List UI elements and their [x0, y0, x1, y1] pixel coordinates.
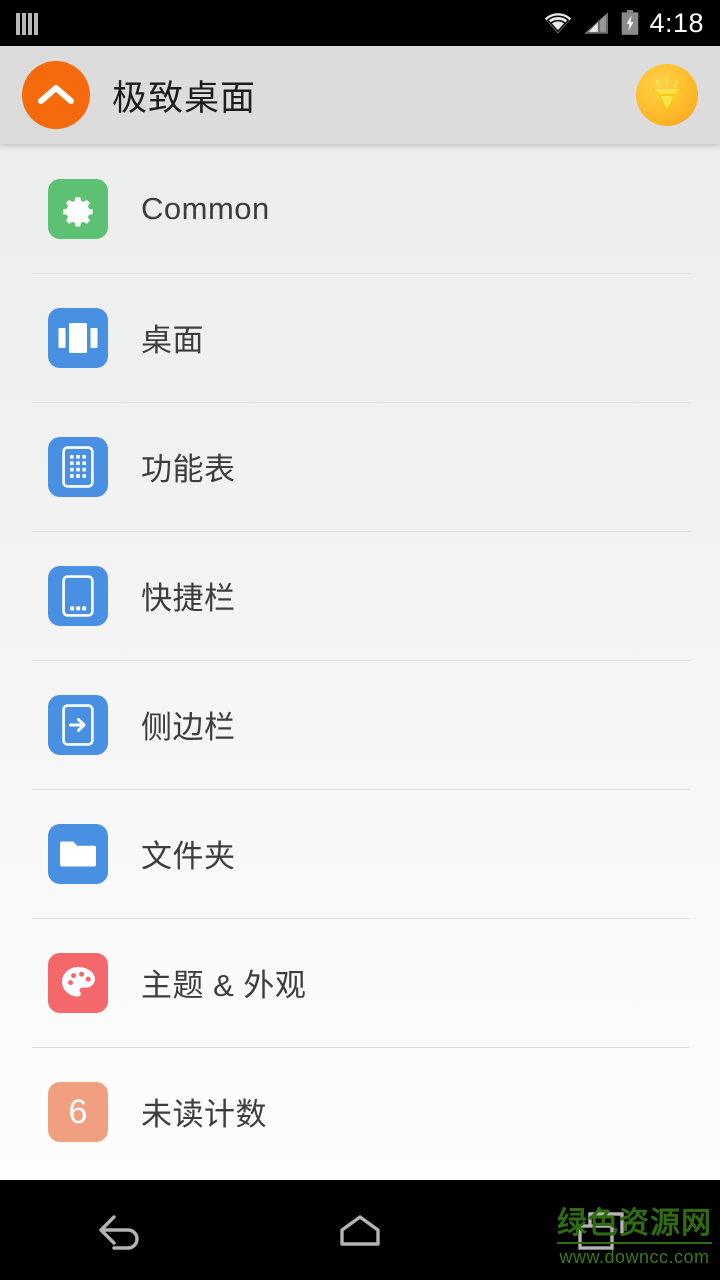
status-bar-left: [16, 11, 38, 35]
list-item-common[interactable]: Common: [0, 144, 720, 273]
list-item-label: 快捷栏: [141, 581, 236, 616]
folder-icon: [48, 823, 108, 884]
back-icon: [99, 1215, 139, 1250]
list-item-label: 桌面: [141, 323, 204, 358]
list-item-unread-count[interactable]: 6 未读计数: [0, 1047, 720, 1176]
nav-home-button[interactable]: [240, 1180, 480, 1280]
list-item-label: 侧边栏: [141, 710, 236, 745]
app-header: 极致桌面: [0, 46, 720, 144]
phone-screen: 4:18 极致桌面 Common 桌面 功能表 快捷栏 侧边栏 文件夹 主题 &…: [0, 0, 720, 1280]
diamond-gem-icon: [652, 77, 682, 113]
system-navigation-bar: 绿色资源网 www.downcc.com: [0, 1180, 720, 1280]
palette-icon: [48, 952, 108, 1013]
premium-badge-button[interactable]: [636, 64, 698, 126]
list-item-label: 功能表: [141, 452, 236, 487]
list-item-label: Common: [141, 190, 270, 226]
list-item-label: 未读计数: [141, 1097, 267, 1132]
unread-count-icon: 6: [48, 1081, 108, 1142]
chevron-up-icon: [38, 85, 74, 104]
palette-glyph: [62, 966, 95, 997]
carousel-icon: [48, 307, 108, 368]
cellular-signal-icon: [584, 12, 609, 34]
list-item-app-drawer[interactable]: 功能表: [0, 402, 720, 531]
list-item-folder[interactable]: 文件夹: [0, 789, 720, 918]
status-bar-clock: 4:18: [649, 7, 704, 38]
site-watermark: 绿色资源网 www.downcc.com: [557, 1209, 712, 1266]
home-icon: [340, 1215, 380, 1246]
watermark-title: 绿色资源网: [557, 1209, 712, 1244]
battery-charging-icon: [622, 10, 639, 35]
unread-count-badge: 6: [68, 1092, 88, 1131]
list-item-theme-appearance[interactable]: 主题 & 外观: [0, 918, 720, 1047]
nav-back-button[interactable]: [0, 1180, 240, 1280]
status-bar-right: 4:18: [543, 8, 704, 39]
list-item-label: 文件夹: [141, 839, 236, 874]
list-item-desktop[interactable]: 桌面: [0, 273, 720, 402]
list-item-dock[interactable]: 快捷栏: [0, 531, 720, 660]
list-item-sidebar[interactable]: 侧边栏: [0, 660, 720, 789]
settings-list[interactable]: Common 桌面 功能表 快捷栏 侧边栏 文件夹 主题 & 外观 6 未读计数: [0, 144, 720, 1180]
wifi-icon: [545, 13, 572, 34]
list-item-label: 主题 & 外观: [141, 968, 307, 1003]
app-drawer-icon: [48, 436, 108, 497]
folder-glyph: [60, 841, 96, 866]
up-navigation-button[interactable]: [22, 61, 90, 129]
gear-icon: [48, 178, 108, 239]
gear-glyph: [63, 196, 93, 226]
sim-card-bars-icon: [16, 11, 38, 35]
carousel-glyph: [58, 322, 98, 353]
page-title: 极致桌面: [112, 78, 257, 118]
dock-phone-glyph: [62, 574, 94, 617]
app-drawer-glyph: [62, 445, 94, 488]
status-bar: 4:18: [0, 0, 720, 46]
sidebar-arrow-icon: [48, 694, 108, 755]
dock-phone-icon: [48, 565, 108, 626]
sidebar-arrow-glyph: [62, 703, 94, 746]
watermark-url: www.downcc.com: [559, 1247, 710, 1267]
